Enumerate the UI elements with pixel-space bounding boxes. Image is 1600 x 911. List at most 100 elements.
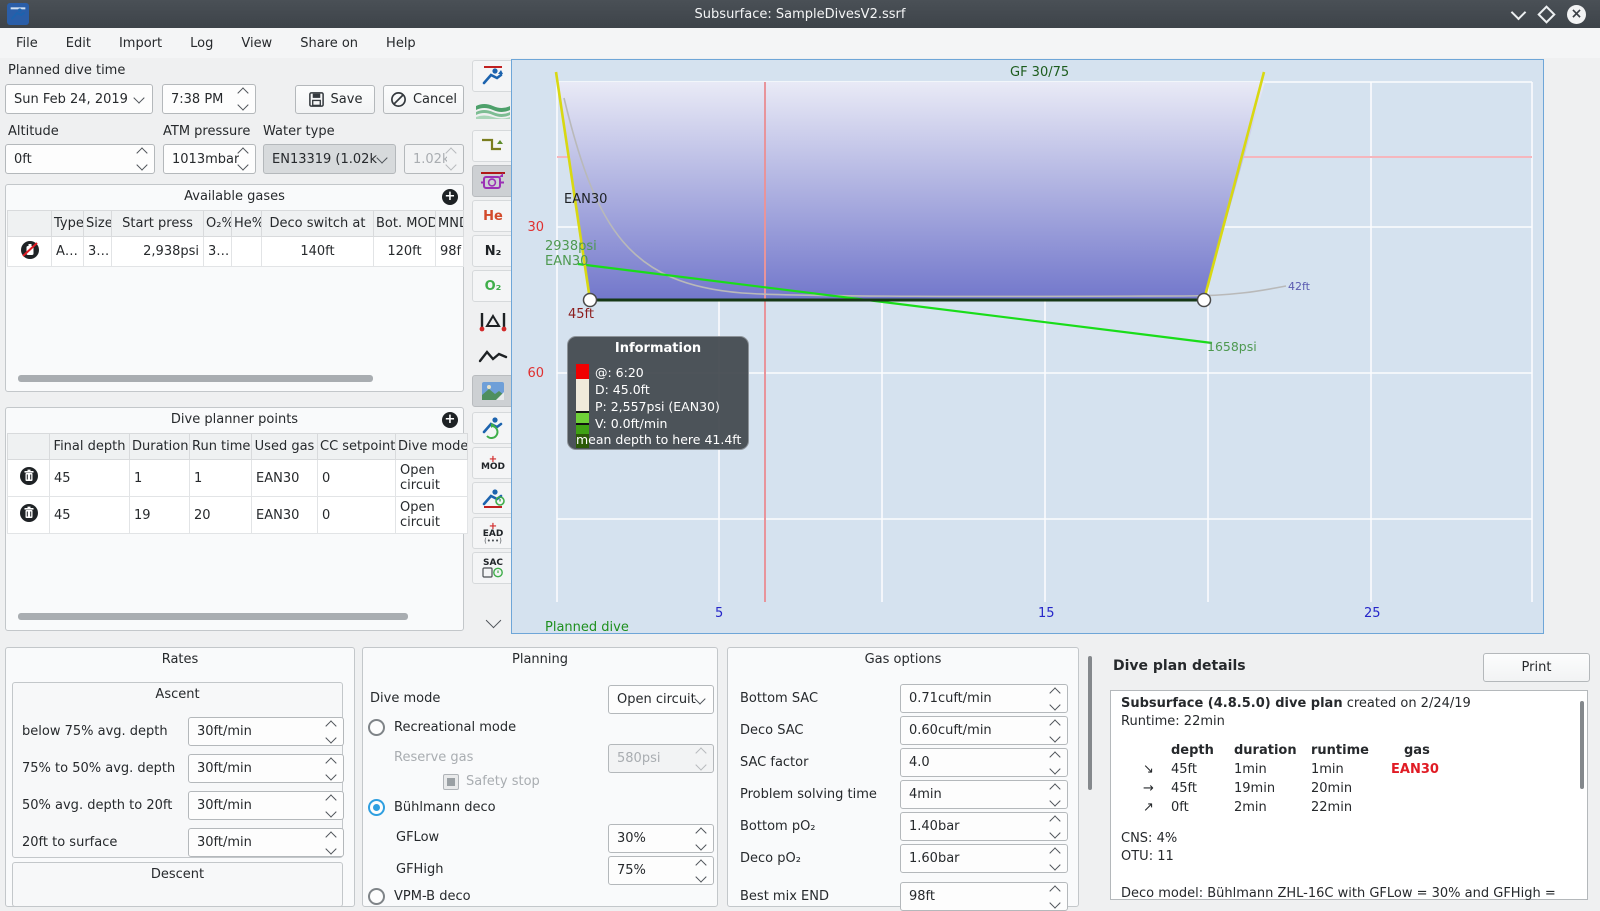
points-col-runtime[interactable]: Run time — [189, 433, 252, 460]
toggle-n2-button[interactable]: N₂ — [472, 235, 514, 267]
rate-stepper[interactable] — [325, 756, 343, 781]
rate-stepper[interactable] — [325, 830, 343, 855]
point-depth[interactable]: 45 — [49, 459, 130, 497]
gases-col-decoswitch[interactable]: Deco switch at — [261, 210, 374, 237]
dive-mode-select[interactable]: Open circuit — [608, 685, 714, 714]
gflow-stepper[interactable] — [695, 826, 713, 851]
gfhigh-stepper[interactable] — [695, 858, 713, 883]
gases-col-mnd[interactable]: MND — [435, 210, 464, 237]
menu-share-on[interactable]: Share on — [294, 34, 364, 53]
gas-size[interactable]: 3… — [83, 236, 112, 267]
gases-col-he[interactable]: He% — [231, 210, 262, 237]
gas-bot-mod[interactable]: 120ft — [373, 236, 436, 267]
points-col-duration[interactable]: Duration — [129, 433, 190, 460]
water-type-select[interactable]: EN13319 (1.02k — [263, 144, 396, 174]
points-col-depth[interactable]: Final depth — [49, 433, 130, 460]
point-setpoint[interactable]: 0 — [317, 496, 396, 534]
stepper[interactable] — [1049, 686, 1067, 711]
stepper[interactable] — [1049, 884, 1067, 909]
atm-pressure-field[interactable]: 1013mbar — [163, 144, 256, 174]
toggle-he-button[interactable]: He — [472, 200, 514, 232]
points-col-setpoint[interactable]: CC setpoint — [317, 433, 396, 460]
profile-waves-button[interactable] — [472, 95, 514, 127]
gases-col-size[interactable]: Size — [83, 210, 112, 237]
mod-button[interactable]: + MOD — [472, 447, 514, 479]
stepper[interactable] — [1049, 846, 1067, 871]
points-col-gas[interactable]: Used gas — [251, 433, 318, 460]
diver-rotate-button[interactable] — [472, 412, 514, 444]
rate-below75-field[interactable]: 30ft/min — [188, 717, 344, 746]
maximize-button[interactable] — [1537, 5, 1556, 24]
setpoint-button[interactable] — [472, 165, 514, 197]
point-gas[interactable]: EAN30 — [251, 459, 318, 497]
waypoint-handle[interactable] — [582, 292, 598, 308]
gas-deco-switch[interactable]: 140ft — [261, 236, 374, 267]
point-setpoint[interactable]: 0 — [317, 459, 396, 497]
points-col-mode[interactable]: Dive mode — [395, 433, 468, 460]
waypoint-handle[interactable] — [1196, 292, 1212, 308]
dive-plan-content[interactable]: Subsurface (4.8.5.0) dive plan created o… — [1110, 690, 1588, 901]
bottom-po2-field[interactable]: 1.40bar — [900, 812, 1068, 841]
delete-point-icon[interactable] — [19, 503, 39, 523]
bottom-vscrollbar[interactable] — [1088, 656, 1092, 790]
rate-50to20-field[interactable]: 30ft/min — [188, 791, 344, 820]
bottom-sac-field[interactable]: 0.71cuft/min — [900, 684, 1068, 713]
minimize-button[interactable] — [1509, 4, 1528, 24]
point-row[interactable]: 45 1 1 EAN30 0 Open circuit — [7, 459, 468, 497]
menu-help[interactable]: Help — [380, 34, 422, 53]
deco-sac-field[interactable]: 0.60cuft/min — [900, 716, 1068, 745]
point-runtime[interactable]: 1 — [189, 459, 252, 497]
rate-20tosurface-field[interactable]: 30ft/min — [188, 828, 344, 857]
point-depth[interactable]: 45 — [49, 496, 130, 534]
photo-button[interactable] — [472, 375, 514, 407]
heartrate-button[interactable] — [472, 340, 514, 372]
sac-button[interactable]: SAC — [472, 552, 514, 584]
gas-he[interactable] — [231, 236, 262, 267]
stepper[interactable] — [1049, 750, 1067, 775]
stepper[interactable] — [1049, 718, 1067, 743]
vpmb-deco-radio[interactable] — [368, 888, 385, 905]
atm-pressure-stepper[interactable] — [237, 147, 255, 171]
ead-button[interactable]: + EAD (•••) — [472, 517, 514, 549]
ruler-button[interactable] — [472, 305, 514, 337]
altitude-stepper[interactable] — [136, 147, 154, 171]
gases-col-startpress[interactable]: Start press — [111, 210, 204, 237]
menu-edit[interactable]: Edit — [60, 34, 97, 53]
ceiling-button[interactable] — [472, 130, 514, 162]
altitude-field[interactable]: 0ft — [5, 144, 155, 174]
gas-type[interactable]: A… — [51, 236, 84, 267]
gases-col-botmod[interactable]: Bot. MOD — [373, 210, 436, 237]
gases-col-type[interactable]: Type — [51, 210, 84, 237]
point-runtime[interactable]: 20 — [189, 496, 252, 534]
dive-time-field[interactable]: 7:38 PM — [162, 84, 256, 114]
gflow-field[interactable]: 30% — [608, 824, 714, 853]
print-button[interactable]: Print — [1483, 653, 1590, 682]
point-row[interactable]: 45 19 20 EAN30 0 Open circuit — [7, 496, 468, 534]
points-hscrollbar[interactable] — [18, 613, 408, 620]
gas-start-press[interactable]: 2,938psi — [111, 236, 204, 267]
gas-row[interactable]: A… 3… 2,938psi 3… 140ft 120ft 98f — [7, 236, 464, 267]
rate-stepper[interactable] — [325, 793, 343, 818]
stepper[interactable] — [1049, 814, 1067, 839]
dive-time-stepper[interactable] — [237, 87, 255, 111]
delete-point-icon[interactable] — [19, 466, 39, 486]
point-mode[interactable]: Open circuit — [395, 496, 468, 534]
point-duration[interactable]: 19 — [129, 496, 190, 534]
plan-dive-button[interactable] — [472, 60, 514, 92]
point-duration[interactable]: 1 — [129, 459, 190, 497]
gases-hscrollbar[interactable] — [18, 375, 373, 382]
cancel-button[interactable]: Cancel — [383, 85, 464, 114]
menu-log[interactable]: Log — [184, 34, 219, 53]
gfhigh-field[interactable]: 75% — [608, 856, 714, 885]
deco-po2-field[interactable]: 1.60bar — [900, 844, 1068, 873]
buhlmann-deco-radio[interactable] — [368, 799, 385, 816]
rate-stepper[interactable] — [325, 719, 343, 744]
remove-gas-icon[interactable] — [19, 239, 40, 260]
problem-time-field[interactable]: 4min — [900, 780, 1068, 809]
dive-date-select[interactable]: Sun Feb 24, 2019 — [5, 84, 153, 114]
menu-file[interactable]: File — [10, 34, 44, 53]
best-mix-end-field[interactable]: 98ft — [900, 882, 1068, 911]
gases-col-o2[interactable]: O₂% — [203, 210, 232, 237]
diver-time-button[interactable] — [472, 482, 514, 514]
dive-plan-vscrollbar[interactable] — [1580, 701, 1584, 789]
